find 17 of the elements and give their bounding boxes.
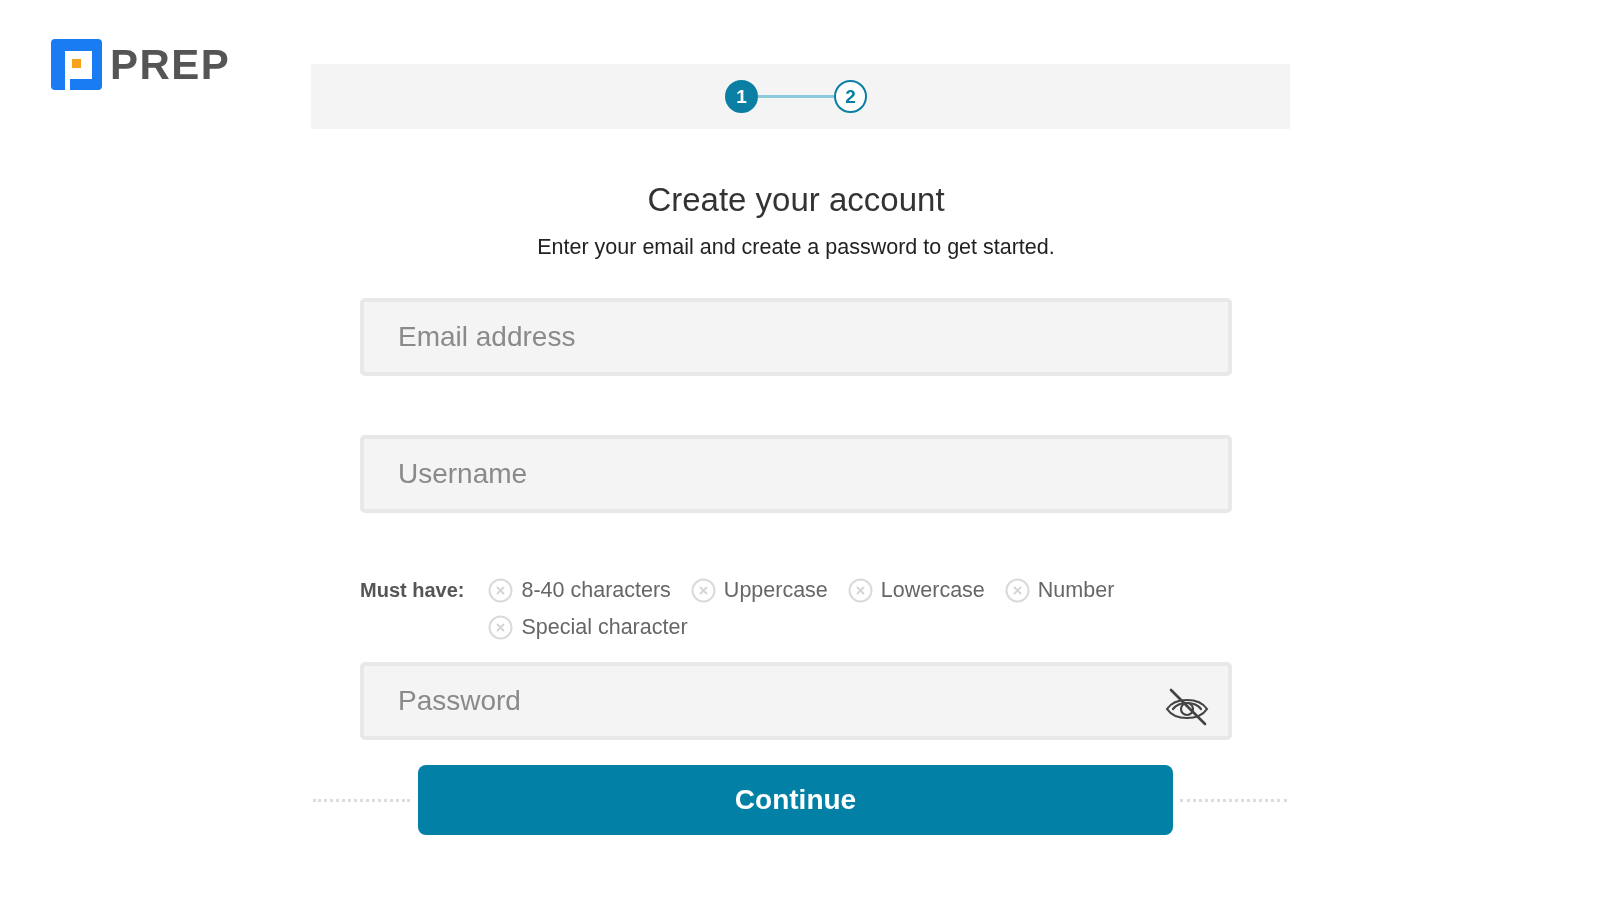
subtitle-text: Enter your email and create a password to get started.: [537, 235, 1055, 259]
logo-icon: [51, 39, 102, 90]
requirements-label: Must have:: [360, 578, 465, 603]
requirement-text: Special character: [521, 615, 688, 640]
email-field[interactable]: Email address: [360, 298, 1232, 376]
eye-slash-icon[interactable]: [1164, 688, 1210, 726]
continue-button[interactable]: Continue: [418, 765, 1173, 835]
page-heading: Create your account: [647, 180, 945, 220]
password-field[interactable]: Password: [360, 662, 1232, 740]
username-field[interactable]: Username: [360, 435, 1232, 513]
requirement-text: Lowercase: [880, 578, 985, 603]
step-indicator: 2: [834, 80, 867, 113]
logo-wordmark: PREP: [110, 43, 231, 86]
requirement-text: Uppercase: [723, 578, 828, 603]
step-indicator: 1: [725, 80, 758, 113]
requirement-text: Number: [1037, 578, 1115, 603]
requirement-text: 8-40 characters: [521, 578, 671, 603]
